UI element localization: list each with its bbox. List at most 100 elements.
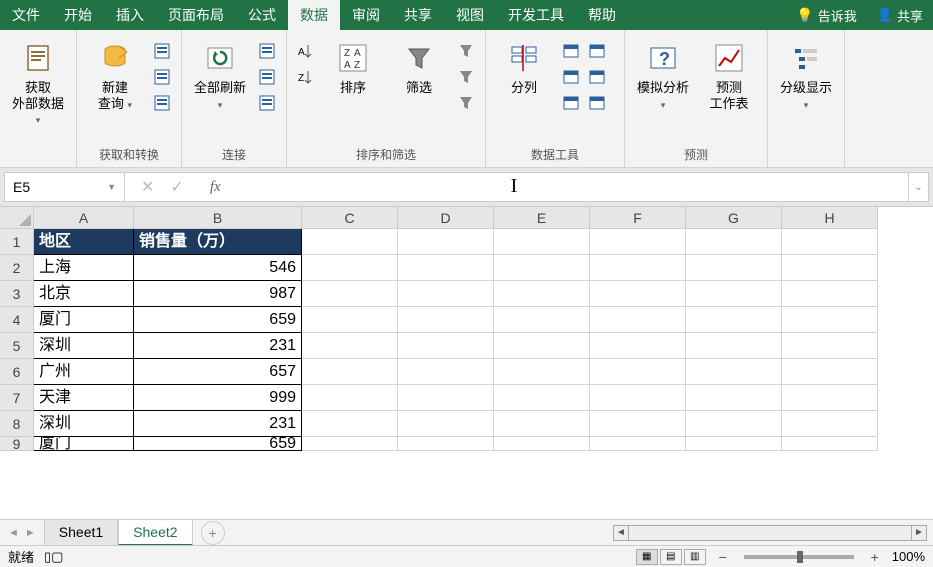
adv-icon[interactable] xyxy=(455,92,477,114)
zoom-slider[interactable] xyxy=(744,555,854,559)
menu-帮助[interactable]: 帮助 xyxy=(576,0,628,30)
cell-E4[interactable] xyxy=(494,307,590,333)
cell-G1[interactable] xyxy=(686,229,782,255)
cell-E5[interactable] xyxy=(494,333,590,359)
zoom-out-button[interactable]: − xyxy=(716,549,730,565)
clear-icon[interactable] xyxy=(455,40,477,62)
cell-D8[interactable] xyxy=(398,411,494,437)
cell-F6[interactable] xyxy=(590,359,686,385)
conn-icon[interactable] xyxy=(256,40,278,62)
cell-G2[interactable] xyxy=(686,255,782,281)
menu-页面布局[interactable]: 页面布局 xyxy=(156,0,236,30)
sheet-tab-Sheet1[interactable]: Sheet1 xyxy=(44,520,118,546)
cell-F3[interactable] xyxy=(590,281,686,307)
cell-C2[interactable] xyxy=(302,255,398,281)
cell-C4[interactable] xyxy=(302,307,398,333)
cell-A4[interactable]: 厦门 xyxy=(34,307,134,333)
cell-H5[interactable] xyxy=(782,333,878,359)
fx-label[interactable]: fx xyxy=(200,179,231,196)
datatool-5[interactable] xyxy=(586,92,608,114)
cell-G4[interactable] xyxy=(686,307,782,333)
datatool-2[interactable] xyxy=(560,66,582,88)
col-header-A[interactable]: A xyxy=(34,207,134,229)
cell-C1[interactable] xyxy=(302,229,398,255)
cell-E3[interactable] xyxy=(494,281,590,307)
cell-F5[interactable] xyxy=(590,333,686,359)
normal-view-button[interactable]: ▦ xyxy=(636,549,658,565)
cell-F4[interactable] xyxy=(590,307,686,333)
cell-B8[interactable]: 231 xyxy=(134,411,302,437)
reapply-icon[interactable] xyxy=(455,66,477,88)
cell-F8[interactable] xyxy=(590,411,686,437)
cell-A8[interactable]: 深圳 xyxy=(34,411,134,437)
horizontal-scrollbar[interactable]: ◄► xyxy=(613,525,933,541)
cell-D5[interactable] xyxy=(398,333,494,359)
cell-F7[interactable] xyxy=(590,385,686,411)
cell-A6[interactable]: 广州 xyxy=(34,359,134,385)
tbl2-icon[interactable] xyxy=(151,66,173,88)
cell-H9[interactable] xyxy=(782,437,878,451)
cell-H4[interactable] xyxy=(782,307,878,333)
cell-E7[interactable] xyxy=(494,385,590,411)
cell-F9[interactable] xyxy=(590,437,686,451)
menu-开始[interactable]: 开始 xyxy=(52,0,104,30)
menu-审阅[interactable]: 审阅 xyxy=(340,0,392,30)
cell-C9[interactable] xyxy=(302,437,398,451)
col-header-D[interactable]: D xyxy=(398,207,494,229)
row-header-7[interactable]: 7 xyxy=(0,385,34,411)
ribbon-模拟分析[interactable]: ?模拟分析 ▾ xyxy=(633,34,693,111)
cell-B9[interactable]: 659 xyxy=(134,437,302,451)
cell-C8[interactable] xyxy=(302,411,398,437)
cell-D1[interactable] xyxy=(398,229,494,255)
row-header-6[interactable]: 6 xyxy=(0,359,34,385)
cell-B2[interactable]: 546 xyxy=(134,255,302,281)
datatool-0[interactable] xyxy=(560,40,582,62)
cell-C7[interactable] xyxy=(302,385,398,411)
cell-H7[interactable] xyxy=(782,385,878,411)
cell-H2[interactable] xyxy=(782,255,878,281)
cell-D7[interactable] xyxy=(398,385,494,411)
col-header-H[interactable]: H xyxy=(782,207,878,229)
cell-G6[interactable] xyxy=(686,359,782,385)
src-icon[interactable] xyxy=(151,92,173,114)
cell-D2[interactable] xyxy=(398,255,494,281)
cell-B6[interactable]: 657 xyxy=(134,359,302,385)
prop-icon[interactable] xyxy=(256,66,278,88)
ribbon-获取外部数据[interactable]: 获取外部数据 ▾ xyxy=(8,34,68,127)
col-header-E[interactable]: E xyxy=(494,207,590,229)
zoom-in-button[interactable]: + xyxy=(868,549,882,565)
cell-C6[interactable] xyxy=(302,359,398,385)
cell-G3[interactable] xyxy=(686,281,782,307)
cell-E6[interactable] xyxy=(494,359,590,385)
tab-nav[interactable]: ◄► xyxy=(0,527,44,539)
cell-A5[interactable]: 深圳 xyxy=(34,333,134,359)
cell-D4[interactable] xyxy=(398,307,494,333)
expand-formula-icon[interactable]: ⌄ xyxy=(908,173,928,201)
row-header-1[interactable]: 1 xyxy=(0,229,34,255)
cell-E1[interactable] xyxy=(494,229,590,255)
macro-record-icon[interactable]: ▯▢ xyxy=(44,549,63,565)
select-all-corner[interactable] xyxy=(0,207,34,229)
col-header-G[interactable]: G xyxy=(686,207,782,229)
row-header-8[interactable]: 8 xyxy=(0,411,34,437)
row-header-5[interactable]: 5 xyxy=(0,333,34,359)
cell-B5[interactable]: 231 xyxy=(134,333,302,359)
cell-C3[interactable] xyxy=(302,281,398,307)
cell-G9[interactable] xyxy=(686,437,782,451)
cell-A1[interactable]: 地区 xyxy=(34,229,134,255)
datatool-3[interactable] xyxy=(586,66,608,88)
page-layout-view-button[interactable]: ▤ xyxy=(660,549,682,565)
ribbon-新建查询[interactable]: 新建查询 ▾ xyxy=(85,34,145,111)
sheet-tab-Sheet2[interactable]: Sheet2 xyxy=(118,520,192,546)
cell-A7[interactable]: 天津 xyxy=(34,385,134,411)
cell-G5[interactable] xyxy=(686,333,782,359)
datatool-4[interactable] xyxy=(560,92,582,114)
add-sheet-button[interactable]: + xyxy=(201,521,225,545)
sort-Z→A[interactable]: Z xyxy=(295,66,317,88)
row-header-9[interactable]: 9 xyxy=(0,437,34,451)
formula-input[interactable]: I xyxy=(231,173,908,201)
cell-H8[interactable] xyxy=(782,411,878,437)
cell-D6[interactable] xyxy=(398,359,494,385)
cell-A9[interactable]: 厦门 xyxy=(34,437,134,451)
col-header-F[interactable]: F xyxy=(590,207,686,229)
